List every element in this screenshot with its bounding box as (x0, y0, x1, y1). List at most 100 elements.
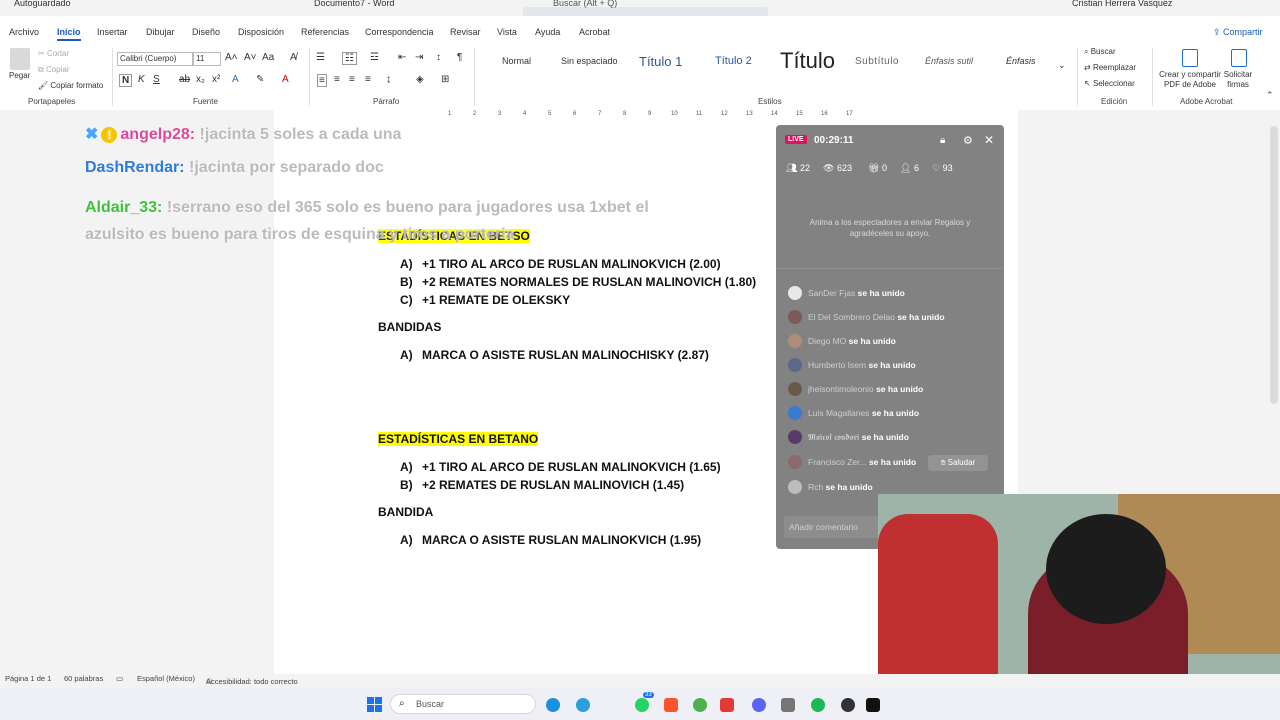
increase-indent-icon[interactable]: ⇥ (415, 52, 423, 63)
windows-start-icon[interactable] (367, 697, 383, 713)
find-button[interactable]: ⌕ Buscar (1084, 47, 1116, 57)
numbering-icon[interactable]: ☷ (342, 52, 357, 65)
shrink-font-icon[interactable]: A˅ (244, 52, 257, 63)
close-icon[interactable]: ✕ (984, 133, 994, 147)
tab-ayuda[interactable]: Ayuda (535, 27, 560, 37)
paste-button[interactable]: Pegar (9, 71, 30, 80)
tab-acrobat[interactable]: Acrobat (579, 27, 610, 37)
calculator-icon[interactable] (781, 698, 795, 712)
text-effects-icon[interactable]: A (232, 74, 239, 85)
live-timer: 00:29:11 (814, 135, 854, 146)
join-status: se ha unido (857, 288, 905, 298)
panel-divider (776, 268, 1004, 269)
tab-archivo[interactable]: Archivo (9, 27, 39, 37)
paste-icon[interactable] (10, 48, 30, 70)
whatsapp-icon[interactable] (635, 698, 649, 712)
ribbon-divider (112, 48, 113, 106)
page-count[interactable]: Página 1 de 1 (5, 674, 51, 683)
brave-icon[interactable] (664, 698, 678, 712)
sort-icon[interactable]: ↕ (436, 52, 441, 63)
select-button[interactable]: ↖ Seleccionar (1084, 79, 1135, 88)
shading-icon[interactable]: ◈ (416, 74, 424, 85)
create-pdf-button[interactable]: Crear y compartir PDF de Adobe (1158, 70, 1222, 90)
replace-button[interactable]: ⇄ Reemplazar (1084, 63, 1136, 72)
underline-icon[interactable]: S (153, 74, 160, 85)
copy-button[interactable]: ⧉ Copiar (38, 65, 70, 75)
style-titulo-2[interactable]: Título 2 (715, 55, 752, 67)
tiktok-icon[interactable] (866, 698, 880, 712)
word-count[interactable]: 60 palabras (64, 674, 103, 683)
tab-diseno[interactable]: Diseño (192, 27, 220, 37)
italic-icon[interactable]: K (138, 74, 145, 85)
tab-disposicion[interactable]: Disposición (238, 27, 284, 37)
show-marks-icon[interactable]: ¶ (457, 52, 462, 63)
change-case-icon[interactable]: Aa (262, 52, 274, 63)
align-left-icon[interactable]: ≡ (317, 74, 327, 87)
bold-icon[interactable]: N (119, 74, 133, 87)
style-titulo[interactable]: Título (780, 48, 835, 74)
style-enfasis[interactable]: Énfasis (1006, 56, 1036, 66)
chrome-icon[interactable] (693, 698, 707, 712)
subscript-icon[interactable]: x₂ (196, 74, 205, 85)
clear-format-icon[interactable]: A̸ (290, 52, 297, 63)
share-button[interactable]: ⇪ Compartir (1213, 27, 1263, 38)
signature-icon[interactable] (1231, 49, 1247, 67)
user-name[interactable]: Cristian Herrera Vasquez (1072, 0, 1172, 8)
request-signatures-button[interactable]: Solicitar firmas (1221, 70, 1255, 90)
tab-insertar[interactable]: Insertar (97, 27, 128, 37)
ruler-tick: 13 (746, 111, 753, 117)
style-titulo-1[interactable]: Título 1 (639, 54, 682, 69)
format-painter-button[interactable]: 🖌 Copiar formato (38, 81, 103, 90)
strikethrough-icon[interactable]: ab (179, 74, 190, 85)
telegram-icon[interactable] (576, 698, 590, 712)
borders-icon[interactable]: ⊞ (441, 74, 449, 85)
style-sin-espaciado[interactable]: Sin espaciado (561, 56, 618, 66)
line-spacing-icon[interactable]: ↨ (386, 74, 391, 85)
join-name: Rch (808, 482, 824, 492)
obs-icon[interactable] (841, 698, 855, 712)
title-search-box[interactable] (523, 7, 768, 16)
vertical-scrollbar[interactable] (1270, 126, 1278, 404)
bullets-icon[interactable]: ☰ (316, 52, 325, 63)
font-color-icon[interactable]: A (282, 74, 289, 85)
app-icon[interactable] (720, 698, 734, 712)
grow-font-icon[interactable]: A˄ (225, 52, 238, 63)
replace-icon: ⇄ (1084, 63, 1093, 72)
edge-icon[interactable] (546, 698, 560, 712)
superscript-icon[interactable]: x² (212, 74, 220, 85)
multilevel-list-icon[interactable]: ☲ (370, 52, 379, 63)
tab-inicio[interactable]: Inicio (57, 27, 81, 41)
font-name-select[interactable]: Calibri (Cuerpo) (117, 52, 193, 66)
lock-icon[interactable]: 🔒︎ (940, 135, 945, 146)
views-stat: 👁︎ 623 (823, 163, 852, 174)
greet-button[interactable]: ✋︎ Saludar (928, 455, 988, 471)
tab-vista[interactable]: Vista (497, 27, 517, 37)
tab-referencias[interactable]: Referencias (301, 27, 349, 37)
discord-icon[interactable] (752, 698, 766, 712)
ruler-tick: 7 (598, 111, 602, 117)
format-painter-label: Copiar formato (50, 81, 104, 90)
style-enfasis-sutil[interactable]: Énfasis sutil (925, 56, 973, 66)
styles-more-icon[interactable]: ⌄ (1058, 60, 1066, 71)
ruler-tick: 14 (771, 111, 778, 117)
spotify-icon[interactable] (811, 698, 825, 712)
tab-revisar[interactable]: Revisar (450, 27, 481, 37)
align-right-icon[interactable]: ≡ (349, 74, 355, 85)
language[interactable]: Español (México) (137, 674, 195, 683)
settings-icon[interactable]: ⚙ (963, 134, 973, 147)
style-subtitulo[interactable]: Subtítulo (855, 56, 899, 67)
align-center-icon[interactable]: ≡ (334, 74, 340, 85)
proofing-icon[interactable]: ▭ (116, 674, 123, 683)
highlight-icon[interactable]: ✎ (256, 74, 264, 85)
tab-correspondencia[interactable]: Correspondencia (365, 27, 434, 37)
font-size-select[interactable]: 11 (193, 52, 221, 66)
justify-icon[interactable]: ≡ (365, 74, 371, 85)
pdf-icon[interactable] (1182, 49, 1198, 67)
decrease-indent-icon[interactable]: ⇤ (398, 52, 406, 63)
collapse-ribbon-icon[interactable]: ⌃ (1266, 90, 1274, 101)
list-letter: A) (400, 533, 413, 547)
taskbar-search[interactable]: ⌕ Buscar (390, 694, 536, 714)
style-normal[interactable]: Normal (502, 56, 531, 66)
cut-button[interactable]: ✂ Cortar (38, 49, 69, 58)
tab-dibujar[interactable]: Dibujar (146, 27, 175, 37)
